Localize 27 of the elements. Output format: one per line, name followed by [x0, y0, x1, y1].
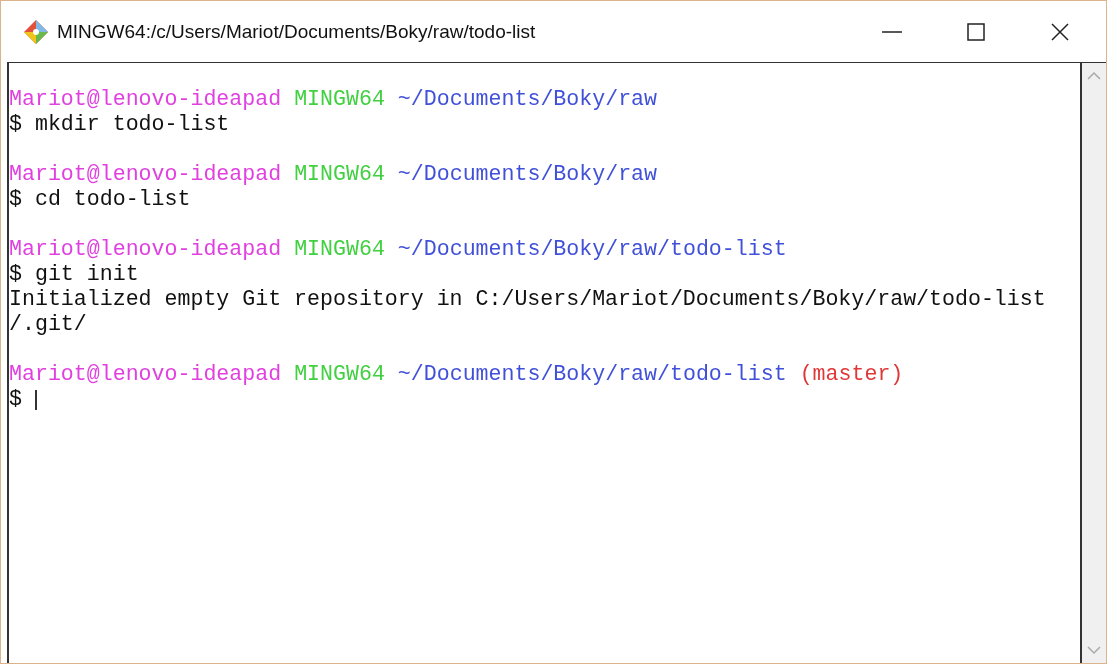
prompt-user: Mariot@lenovo-ideapad — [9, 162, 282, 187]
prompt-path: ~/Documents/Boky/raw/todo-list — [397, 362, 787, 387]
scroll-up-icon[interactable] — [1087, 71, 1101, 81]
prompt-path: ~/Documents/Boky/raw/todo-list — [397, 237, 787, 262]
maximize-icon — [966, 21, 986, 42]
close-icon — [1050, 21, 1070, 42]
prompt-host: MINGW64 — [294, 87, 385, 112]
prompt-host: MINGW64 — [294, 362, 385, 387]
prompt-path: ~/Documents/Boky/raw — [397, 162, 658, 187]
command-line: $ — [9, 387, 22, 412]
git-branch: (master) — [799, 362, 904, 387]
output-line: Initialized empty Git repository in C:/Users/Mariot/Documents/Boky/raw/todo-list — [9, 287, 1047, 312]
prompt-user: Mariot@lenovo-ideapad — [9, 362, 282, 387]
command-line: $ mkdir todo-list — [9, 112, 230, 137]
window-title: MINGW64:/c/Users/Mariot/Documents/Boky/raw/todo-list — [57, 20, 537, 43]
output-line: /.git/ — [9, 312, 88, 337]
scroll-down-icon[interactable] — [1087, 645, 1101, 655]
minimize-icon — [882, 30, 902, 33]
prompt-host: MINGW64 — [294, 162, 385, 187]
scrollbar[interactable] — [1082, 63, 1106, 663]
prompt-host: MINGW64 — [294, 237, 385, 262]
prompt-user: Mariot@lenovo-ideapad — [9, 237, 282, 262]
prompt-path: ~/Documents/Boky/raw — [397, 87, 658, 112]
git-logo-icon — [23, 18, 49, 45]
prompt-user: Mariot@lenovo-ideapad — [9, 87, 282, 112]
command-line: $ git init — [9, 262, 139, 287]
command-line: $ cd todo-list — [9, 187, 191, 212]
